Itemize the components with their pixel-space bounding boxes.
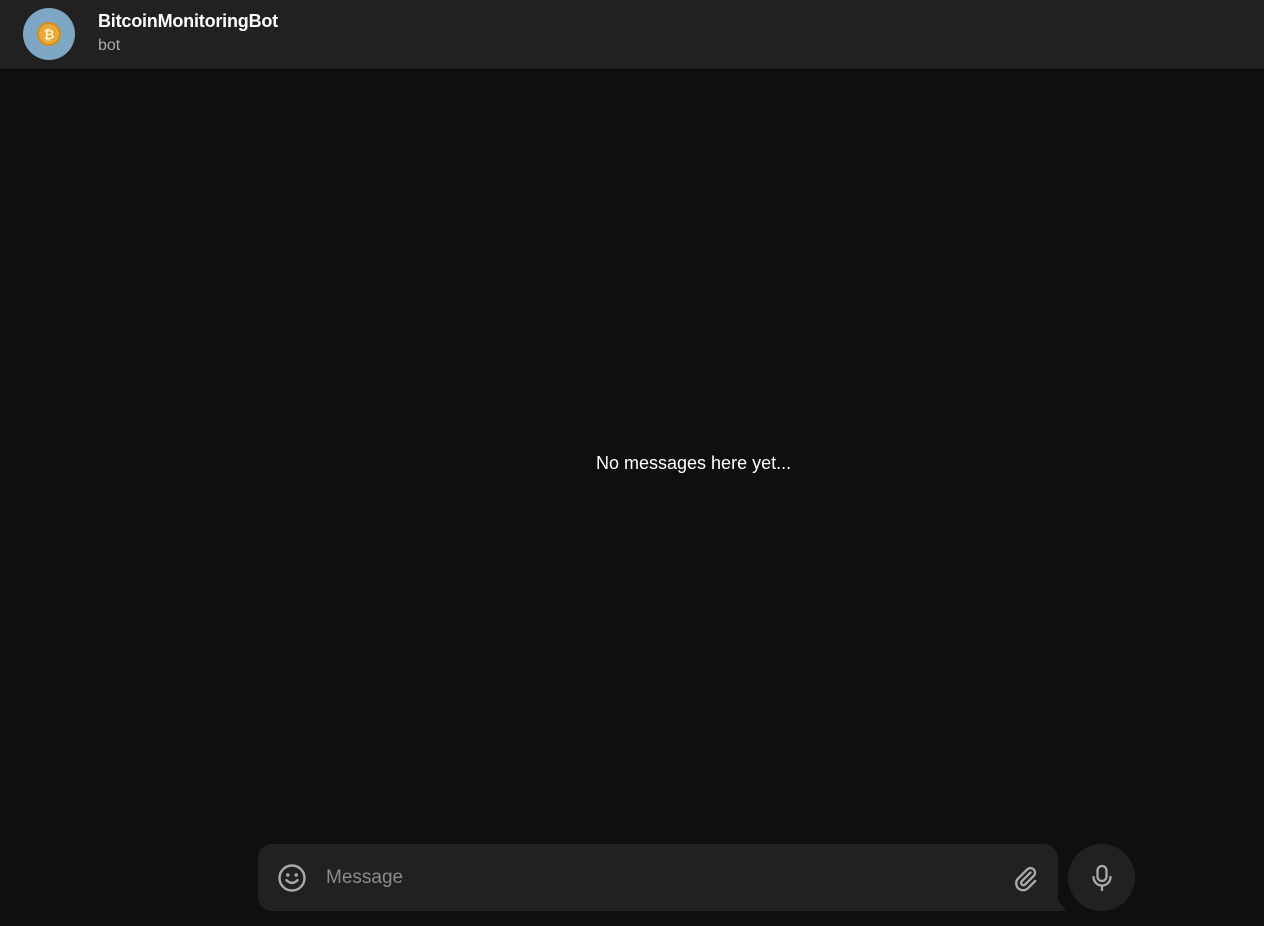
chat-info[interactable]: BitcoinMonitoringBot bot: [98, 10, 278, 56]
message-composer: [258, 844, 1058, 911]
empty-chat-placeholder: No messages here yet...: [596, 453, 792, 473]
bitcoin-icon: ₿: [37, 22, 61, 46]
chat-window: ₿ BitcoinMonitoringBot bot No messages h…: [0, 0, 1264, 926]
message-input[interactable]: [326, 864, 996, 892]
avatar[interactable]: ₿: [23, 8, 75, 60]
chat-subtitle: bot: [98, 37, 121, 54]
smile-icon: [277, 863, 307, 893]
emoji-button[interactable]: [275, 861, 309, 895]
microphone-icon: [1089, 864, 1115, 892]
paperclip-icon: [1011, 864, 1039, 892]
chat-header: ₿ BitcoinMonitoringBot bot: [0, 0, 1264, 69]
message-list: No messages here yet...: [0, 69, 1264, 829]
voice-record-button[interactable]: [1068, 844, 1135, 911]
attach-button[interactable]: [1008, 861, 1042, 895]
chat-title: BitcoinMonitoringBot: [98, 11, 278, 31]
